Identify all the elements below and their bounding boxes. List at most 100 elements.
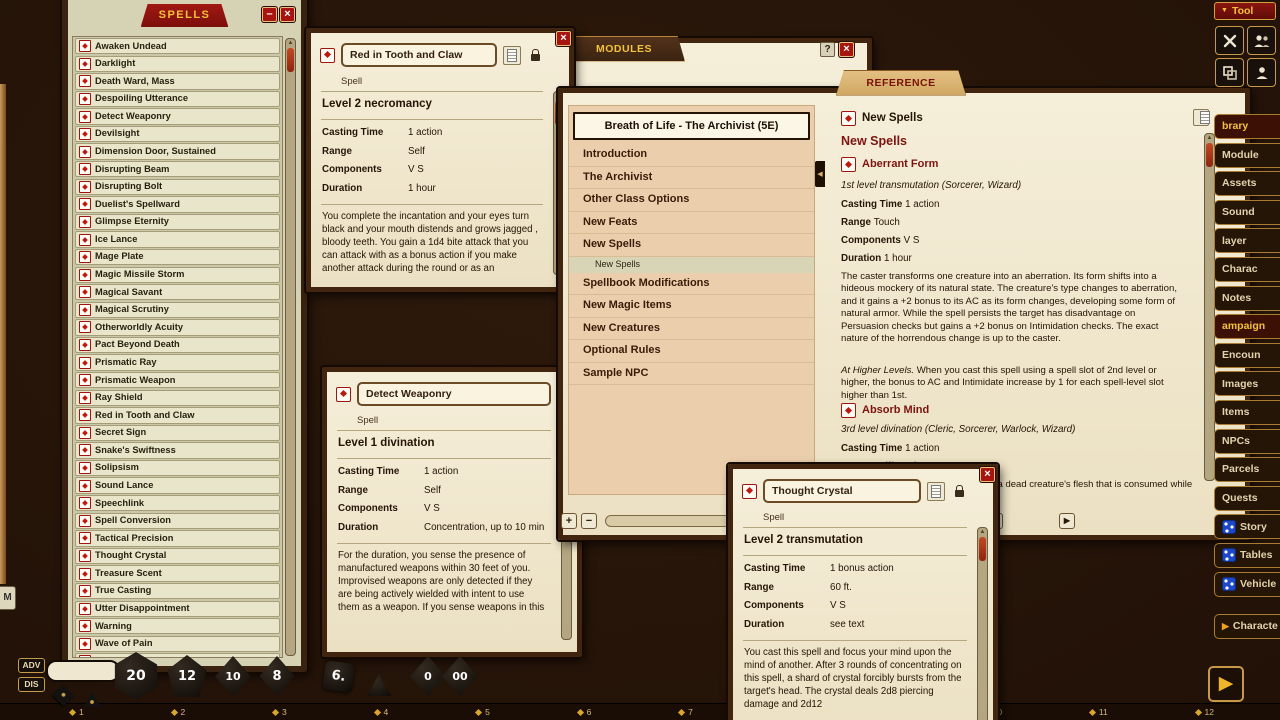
- window-stack-button[interactable]: [1215, 58, 1244, 87]
- spell-list-item[interactable]: Detect Weaponry: [75, 108, 280, 124]
- spell-list-item[interactable]: Darklight: [75, 56, 280, 72]
- reference-nav-item[interactable]: Sample NPC: [569, 363, 814, 386]
- hotkey-slot[interactable]: 3: [273, 708, 287, 717]
- spell-link-icon[interactable]: [841, 403, 856, 418]
- spell-link-icon[interactable]: [79, 655, 91, 658]
- spell-link-icon[interactable]: [79, 497, 91, 509]
- spell-list-item[interactable]: Pact Beyond Death: [75, 337, 280, 353]
- tool-header[interactable]: ▼ Tool: [1214, 2, 1276, 20]
- spell-link-icon[interactable]: [79, 251, 91, 263]
- spell-list-item[interactable]: Mage Plate: [75, 249, 280, 265]
- sidebar-tab[interactable]: ▶ Notes: [1214, 286, 1280, 311]
- spell-name-field[interactable]: [357, 382, 551, 406]
- spell-link-icon[interactable]: [79, 93, 91, 105]
- sheet-button[interactable]: [927, 482, 945, 501]
- sidebar-tab[interactable]: ▶ Sound: [1214, 200, 1280, 225]
- spell-link-icon[interactable]: [79, 585, 91, 597]
- spell-link-icon[interactable]: [79, 444, 91, 456]
- close-button[interactable]: ×: [556, 31, 571, 46]
- spell-list-item[interactable]: Disrupting Beam: [75, 161, 280, 177]
- die[interactable]: 6.: [322, 660, 355, 693]
- spell-list-item[interactable]: Magical Scrutiny: [75, 302, 280, 318]
- reference-nav-item[interactable]: New Creatures: [569, 318, 814, 341]
- spell-list-item[interactable]: Glimpse Eternity: [75, 214, 280, 230]
- scrollbar-thumb[interactable]: [979, 537, 986, 561]
- spell-link-icon[interactable]: [79, 269, 91, 281]
- die[interactable]: 00: [441, 656, 479, 696]
- advantage-button[interactable]: ADV: [18, 658, 45, 673]
- spell-link-icon[interactable]: [79, 568, 91, 580]
- sidebar-tab[interactable]: ▶ Encoun: [1214, 343, 1280, 368]
- spell-link-icon[interactable]: [79, 550, 91, 562]
- spell-link-icon[interactable]: [79, 374, 91, 386]
- spell-link-icon[interactable]: [79, 234, 91, 246]
- die[interactable]: 8: [258, 656, 296, 696]
- spell-link-icon[interactable]: [79, 111, 91, 123]
- party-sheet-button[interactable]: [1247, 26, 1276, 55]
- scroll-up-icon[interactable]: ▲: [1207, 134, 1213, 142]
- spell-link-icon[interactable]: [79, 638, 91, 650]
- spell-list-item[interactable]: Ice Lance: [75, 231, 280, 247]
- spell-link-icon[interactable]: [79, 146, 91, 158]
- reference-nav-item[interactable]: The Archivist: [569, 167, 814, 190]
- add-button[interactable]: +: [561, 513, 577, 529]
- spell-link-icon[interactable]: [79, 427, 91, 439]
- die[interactable]: [367, 674, 391, 696]
- spell-link-icon[interactable]: [79, 603, 91, 615]
- hotkey-slot[interactable]: 1: [70, 708, 84, 717]
- spell-name-field[interactable]: [341, 43, 497, 67]
- spell-link-icon[interactable]: [79, 198, 91, 210]
- spell-list-item[interactable]: Awaken Undead: [75, 38, 280, 54]
- spell-link-icon[interactable]: [79, 409, 91, 421]
- scroll-up-icon[interactable]: ▲: [980, 528, 986, 536]
- character-select-button[interactable]: [1247, 58, 1276, 87]
- spell-list-item[interactable]: Sound Lance: [75, 477, 280, 493]
- spell-list-item[interactable]: Solipsism: [75, 460, 280, 476]
- clear-dice-button[interactable]: [1215, 26, 1244, 55]
- spell-list-item[interactable]: Ray Shield: [75, 390, 280, 406]
- spell-icon[interactable]: [742, 484, 757, 499]
- spell-list-item[interactable]: Devilsight: [75, 126, 280, 142]
- reference-nav-item[interactable]: New Feats: [569, 212, 814, 235]
- sidebar-tab[interactable]: ▶ Images: [1214, 371, 1280, 396]
- die[interactable]: 0: [409, 656, 447, 696]
- spell-link-icon[interactable]: [79, 304, 91, 316]
- spell-link-icon[interactable]: [79, 75, 91, 87]
- mini-die-icon[interactable]: [84, 692, 101, 707]
- minimize-button[interactable]: –: [262, 7, 277, 22]
- spell-link-icon[interactable]: [79, 480, 91, 492]
- spell-list-item[interactable]: Utter Disappointment: [75, 601, 280, 617]
- spell-list-item[interactable]: Disrupting Bolt: [75, 179, 280, 195]
- reference-window-tab[interactable]: REFERENCE: [836, 70, 966, 96]
- spell-link-icon[interactable]: [79, 620, 91, 632]
- sidebar-tab[interactable]: ▶ ampaign: [1214, 314, 1280, 339]
- spell-icon[interactable]: [336, 387, 351, 402]
- reference-nav-item[interactable]: Other Class Options: [569, 189, 814, 212]
- reference-nav-item[interactable]: New Spells: [569, 234, 814, 257]
- minimized-window-tab[interactable]: M: [0, 586, 16, 610]
- spell-link-icon[interactable]: [79, 321, 91, 333]
- disadvantage-button[interactable]: DIS: [18, 677, 45, 692]
- spell-link-icon[interactable]: [79, 163, 91, 175]
- spell-list-item[interactable]: Spell Conversion: [75, 513, 280, 529]
- sidebar-tab[interactable]: ▶ Charac: [1214, 257, 1280, 282]
- spell-link-icon[interactable]: [79, 216, 91, 228]
- sidebar-tab[interactable]: ▶ Parcels: [1214, 457, 1280, 482]
- spell-list-item[interactable]: Magic Missile Storm: [75, 267, 280, 283]
- hotkey-slot[interactable]: 7: [679, 708, 693, 717]
- spell-link-icon[interactable]: [79, 339, 91, 351]
- spell-name-field[interactable]: [763, 479, 921, 503]
- lock-button[interactable]: [951, 483, 967, 500]
- hotkey-slot[interactable]: 12: [1196, 708, 1214, 717]
- spell-list-item[interactable]: Snake's Swiftness: [75, 442, 280, 458]
- sidebar-tab[interactable]: ▶ Quests: [1214, 486, 1280, 511]
- scrollbar-thumb[interactable]: [1206, 143, 1213, 167]
- sidebar-tab[interactable]: ▶ Tables: [1214, 543, 1280, 568]
- spell-list-item[interactable]: Despoiling Utterance: [75, 91, 280, 107]
- spell-link-icon[interactable]: [79, 357, 91, 369]
- spell-link-icon[interactable]: [79, 286, 91, 298]
- next-page-button[interactable]: ▶: [1059, 513, 1075, 529]
- reference-nav-subitem-selected[interactable]: New Spells: [569, 257, 814, 273]
- spell-link-icon[interactable]: [79, 532, 91, 544]
- play-button[interactable]: ▶: [1208, 666, 1244, 702]
